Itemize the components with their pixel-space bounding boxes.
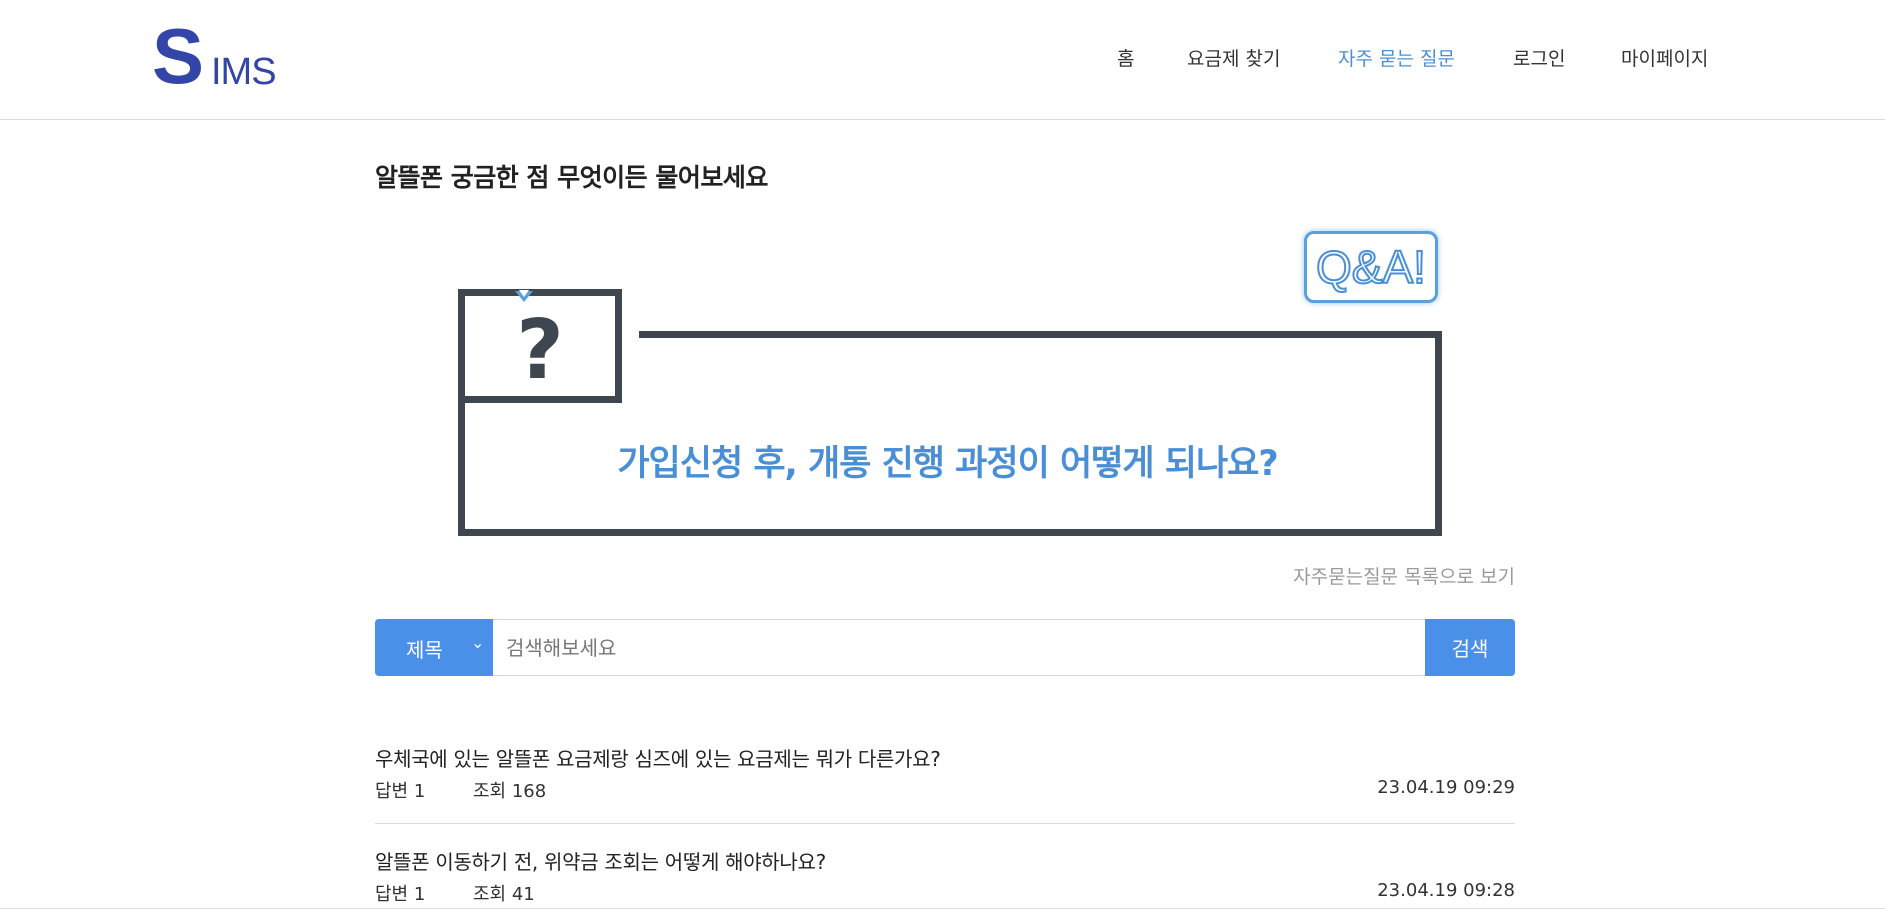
nav-login[interactable]: 로그인 — [1513, 44, 1565, 71]
faq-answer-count: 답변 1 — [375, 781, 426, 802]
faq-view-count: 조회 41 — [473, 884, 535, 905]
faq-view-count: 조회 168 — [473, 781, 547, 802]
nav-faq[interactable]: 자주 묻는 질문 — [1338, 44, 1455, 71]
logo-ims-text: IMS — [211, 51, 277, 93]
sims-logo[interactable]: S IMS — [152, 16, 282, 96]
search-button[interactable]: 검색 — [1425, 619, 1515, 676]
chevron-down-icon: ⌄ — [471, 633, 485, 652]
search-type-value: 제목 — [406, 638, 443, 662]
qa-badge-text: Q&A! — [1315, 240, 1427, 294]
nav-find-plan[interactable]: 요금제 찾기 — [1187, 44, 1280, 71]
faq-title[interactable]: 알뜰폰 이동하기 전, 위약금 조회는 어떻게 해야하나요? — [375, 846, 826, 875]
qa-speech-bubble-icon: Q&A! — [1304, 231, 1438, 303]
banner-question: 가입신청 후, 개통 진행 과정이 어떻게 되나요? — [617, 444, 1278, 484]
nav-home[interactable]: 홈 — [1117, 44, 1134, 71]
search-input[interactable] — [494, 620, 1401, 675]
search-bar: 제목 ⌄ 검색 — [375, 619, 1515, 676]
faq-list-link[interactable]: 자주묻는질문 목록으로 보기 — [1293, 562, 1515, 589]
nav-mypage[interactable]: 마이페이지 — [1621, 44, 1708, 71]
faq-title[interactable]: 우체국에 있는 알뜰폰 요금제랑 심즈에 있는 요금제는 뭐가 다른가요? — [375, 743, 941, 772]
search-type-select[interactable]: 제목 ⌄ — [375, 619, 493, 676]
faq-banner[interactable]: ? Q&A! 가입신청 후, 개통 진행 과정이 어떻게 되나요? — [455, 225, 1442, 545]
faq-divider — [375, 823, 1515, 824]
site-header: S IMS 홈 요금제 찾기 자주 묻는 질문 로그인 마이페이지 — [0, 0, 1885, 120]
faq-answer-count: 답변 1 — [375, 884, 426, 905]
faq-date: 23.04.19 09:28 — [1377, 880, 1515, 901]
faq-date: 23.04.19 09:29 — [1377, 777, 1515, 798]
speech-bubble-tail-inner — [519, 290, 529, 297]
banner-frame-top — [639, 331, 1435, 338]
page-title: 알뜰폰 궁금한 점 무엇이든 물어보세요 — [375, 163, 768, 192]
logo-s-letter: S — [152, 12, 205, 100]
question-box: ? — [458, 289, 622, 403]
question-mark-icon: ? — [516, 303, 564, 398]
bottom-divider — [0, 908, 1885, 909]
